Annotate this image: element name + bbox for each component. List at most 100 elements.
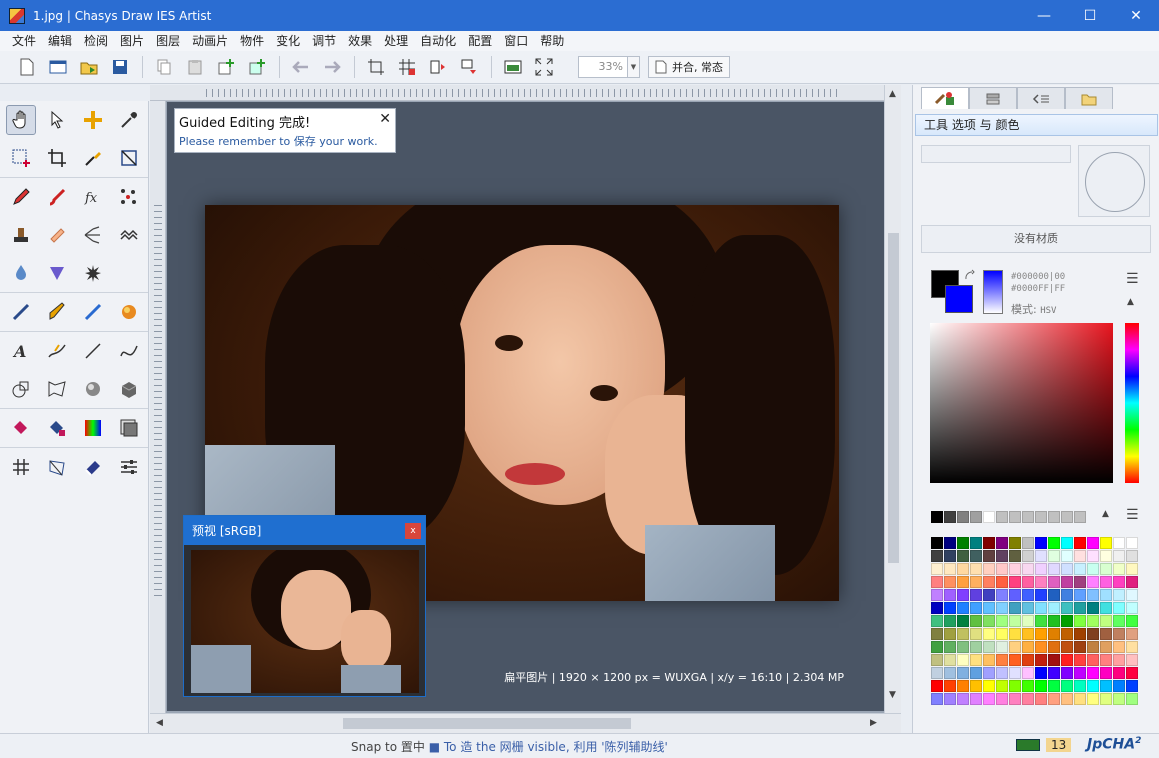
- palette-swatch[interactable]: [1100, 550, 1112, 562]
- palette-swatch[interactable]: [944, 615, 956, 627]
- paint-brush-tool-icon[interactable]: [42, 297, 72, 327]
- palette-swatch[interactable]: [996, 615, 1008, 627]
- quick-color-swatch[interactable]: [1022, 511, 1034, 523]
- palette-swatch[interactable]: [1126, 667, 1138, 679]
- palette-swatch[interactable]: [1074, 680, 1086, 692]
- palette-swatch[interactable]: [996, 537, 1008, 549]
- palette-swatch[interactable]: [1100, 589, 1112, 601]
- warp-tool-icon[interactable]: [42, 374, 72, 404]
- line-tool-icon[interactable]: [78, 336, 108, 366]
- merge-mode-button[interactable]: 并合, 常态: [648, 56, 730, 78]
- palette-swatch[interactable]: [970, 576, 982, 588]
- pen-path-tool-icon[interactable]: [42, 336, 72, 366]
- palette-swatch[interactable]: [944, 602, 956, 614]
- palette-swatch[interactable]: [1009, 602, 1021, 614]
- palette-swatch[interactable]: [1113, 563, 1125, 575]
- palette-swatch[interactable]: [1022, 615, 1034, 627]
- palette-swatch[interactable]: [944, 693, 956, 705]
- palette-swatch[interactable]: [983, 537, 995, 549]
- palette-swatch[interactable]: [1087, 615, 1099, 627]
- color-picker-tool-icon[interactable]: [78, 143, 108, 173]
- palette-swatch[interactable]: [957, 589, 969, 601]
- menu-edit[interactable]: 编辑: [42, 31, 78, 51]
- palette-swatch[interactable]: [1035, 680, 1047, 692]
- crop-canvas-icon[interactable]: [363, 54, 389, 80]
- pointer-tool-icon[interactable]: [42, 105, 72, 135]
- palette-swatch[interactable]: [1022, 589, 1034, 601]
- palette-swatch[interactable]: [1113, 680, 1125, 692]
- palette-swatch[interactable]: [1074, 628, 1086, 640]
- paste-icon[interactable]: [182, 54, 208, 80]
- palette-swatch[interactable]: [996, 589, 1008, 601]
- palette-swatch[interactable]: [1087, 693, 1099, 705]
- hue-slider[interactable]: [1125, 323, 1139, 483]
- palette-swatch[interactable]: [983, 576, 995, 588]
- palette-swatch[interactable]: [1113, 576, 1125, 588]
- menu-adjust[interactable]: 调节: [306, 31, 342, 51]
- palette-up-icon[interactable]: ▲: [1102, 509, 1109, 519]
- preview-header[interactable]: 预视 [sRGB] x: [184, 516, 425, 545]
- add-layer-from-image-icon[interactable]: [244, 54, 270, 80]
- grid-tool-icon[interactable]: [6, 452, 36, 482]
- palette-swatch[interactable]: [996, 667, 1008, 679]
- palette-swatch[interactable]: [1100, 576, 1112, 588]
- palette-swatch[interactable]: [1009, 680, 1021, 692]
- palette-swatch[interactable]: [1126, 602, 1138, 614]
- gradient-swatch[interactable]: [983, 270, 1003, 314]
- palette-swatch[interactable]: [1035, 654, 1047, 666]
- palette-swatch[interactable]: [970, 563, 982, 575]
- scroll-right-icon[interactable]: ▶: [870, 718, 877, 728]
- palette-swatch[interactable]: [944, 667, 956, 679]
- scroll-left-icon[interactable]: ◀: [156, 718, 163, 728]
- erase-tool-icon[interactable]: [78, 452, 108, 482]
- palette-swatch[interactable]: [1113, 654, 1125, 666]
- transform-tool-icon[interactable]: [114, 143, 144, 173]
- palette-swatch[interactable]: [1126, 693, 1138, 705]
- scatter-tool-icon[interactable]: [114, 182, 144, 212]
- palette-swatch[interactable]: [970, 537, 982, 549]
- palette-swatch[interactable]: [996, 680, 1008, 692]
- palette-swatch[interactable]: [1009, 550, 1021, 562]
- palette-swatch[interactable]: [1048, 693, 1060, 705]
- palette-swatch[interactable]: [970, 550, 982, 562]
- palette-swatch[interactable]: [931, 680, 943, 692]
- palette-swatch[interactable]: [1126, 576, 1138, 588]
- triangle-tool-icon[interactable]: [42, 258, 72, 288]
- menu-review[interactable]: 检阅: [78, 31, 114, 51]
- close-button[interactable]: ✕: [1113, 0, 1159, 31]
- palette-swatch[interactable]: [1048, 667, 1060, 679]
- menu-animation[interactable]: 动画片: [186, 31, 234, 51]
- palette-swatch[interactable]: [1035, 628, 1047, 640]
- palette-swatch[interactable]: [1113, 537, 1125, 549]
- palette-swatch[interactable]: [957, 576, 969, 588]
- palette-swatch[interactable]: [931, 589, 943, 601]
- palette-swatch[interactable]: [1022, 550, 1034, 562]
- palette-swatch[interactable]: [1061, 602, 1073, 614]
- palette-swatch[interactable]: [1009, 693, 1021, 705]
- palette-swatch[interactable]: [996, 563, 1008, 575]
- palette-swatch[interactable]: [931, 654, 943, 666]
- palette-swatch[interactable]: [1061, 641, 1073, 653]
- palette-swatch[interactable]: [1113, 628, 1125, 640]
- palette-swatch[interactable]: [931, 667, 943, 679]
- new-window-icon[interactable]: [45, 54, 71, 80]
- palette-swatch[interactable]: [1022, 602, 1034, 614]
- palette-swatch[interactable]: [931, 602, 943, 614]
- scroll-down-icon[interactable]: ▼: [889, 690, 896, 700]
- palette-swatch[interactable]: [1009, 576, 1021, 588]
- menu-layer[interactable]: 图层: [150, 31, 186, 51]
- palette-swatch[interactable]: [1126, 589, 1138, 601]
- splatter-tool-icon[interactable]: [78, 258, 108, 288]
- palette-swatch[interactable]: [1022, 654, 1034, 666]
- palette-swatch[interactable]: [1022, 576, 1034, 588]
- tab-tools-icon[interactable]: [921, 87, 969, 109]
- palette-swatch[interactable]: [1048, 550, 1060, 562]
- palette-swatch[interactable]: [1009, 654, 1021, 666]
- move-tool-icon[interactable]: [78, 105, 108, 135]
- color-mode[interactable]: 模式: HSV: [1011, 301, 1056, 317]
- palette-swatch[interactable]: [944, 641, 956, 653]
- palette-swatch[interactable]: [1061, 537, 1073, 549]
- open-icon[interactable]: [76, 54, 102, 80]
- palette-swatch[interactable]: [1087, 537, 1099, 549]
- palette-swatch[interactable]: [944, 563, 956, 575]
